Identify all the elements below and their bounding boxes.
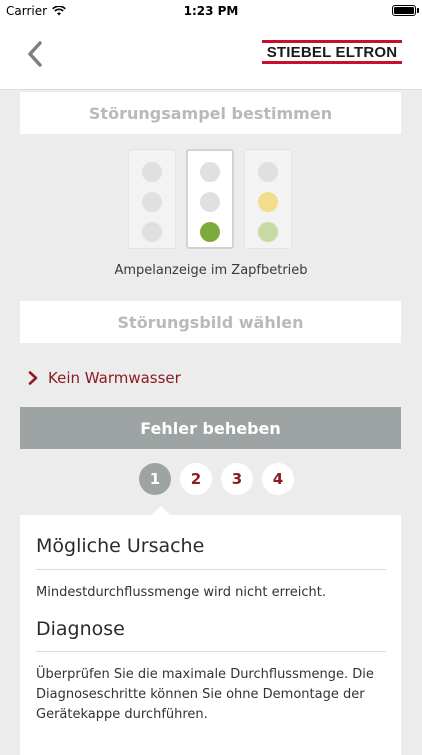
light-middle-dot-yellow xyxy=(258,192,278,212)
cause-heading: Mögliche Ursache xyxy=(36,535,205,557)
fault-item-kein-warmwasser[interactable]: Kein Warmwasser xyxy=(28,369,181,387)
light-top-dot xyxy=(142,162,162,182)
chevron-left-icon xyxy=(28,41,42,67)
traffic-light-header: Störungsampel bestimmen xyxy=(20,92,401,134)
battery-icon xyxy=(392,5,419,16)
traffic-light-option-off[interactable] xyxy=(128,149,176,249)
step-button-2[interactable]: 2 xyxy=(180,463,212,495)
diagnosis-heading: Diagnose xyxy=(36,618,125,640)
divider xyxy=(36,651,386,652)
diagnosis-text: Überprüfen Sie die maximale Durchflussme… xyxy=(36,667,374,722)
traffic-light-selector xyxy=(128,149,294,251)
cause-text: Mindestdurchflussmenge wird nicht erreic… xyxy=(36,585,326,600)
light-top-dot xyxy=(200,162,220,182)
step-button-1[interactable]: 1 xyxy=(139,463,171,495)
light-bottom-dot xyxy=(142,222,162,242)
chevron-right-icon xyxy=(28,371,38,385)
traffic-light-header-label: Störungsampel bestimmen xyxy=(88,103,333,123)
main-content: Störungsampel bestimmen Ampelanzeige im … xyxy=(0,89,422,755)
fault-header: Störungsbild wählen xyxy=(20,301,401,343)
fault-item-label: Kein Warmwasser xyxy=(48,369,181,387)
light-middle-dot xyxy=(142,192,162,212)
step-detail-card: Mögliche Ursache Mindestdurchflussmenge … xyxy=(20,506,401,755)
fix-error-button-label: Fehler beheben xyxy=(140,418,281,438)
step-button-3[interactable]: 3 xyxy=(221,463,253,495)
fault-header-label: Störungsbild wählen xyxy=(117,312,304,332)
brand-logo: STIEBEL ELTRON xyxy=(262,40,402,64)
brand-logo-text: STIEBEL ELTRON xyxy=(266,43,398,61)
status-bar: Carrier 1:23 PM xyxy=(0,0,422,24)
step-button-4[interactable]: 4 xyxy=(262,463,294,495)
light-top-dot xyxy=(258,162,278,182)
status-time: 1:23 PM xyxy=(183,4,239,18)
step-pagination: 1 2 3 4 xyxy=(139,463,294,495)
light-bottom-dot-green xyxy=(200,222,220,242)
back-button[interactable] xyxy=(22,39,52,69)
light-bottom-dot-light-green xyxy=(258,222,278,242)
navigation-bar: STIEBEL ELTRON xyxy=(0,24,422,89)
traffic-light-option-yellow-green[interactable] xyxy=(244,149,292,249)
divider xyxy=(36,569,386,570)
light-middle-dot xyxy=(200,192,220,212)
fix-error-button[interactable]: Fehler beheben xyxy=(20,407,401,449)
traffic-light-option-green[interactable] xyxy=(186,149,234,249)
traffic-light-caption: Ampelanzeige im Zapfbetrieb xyxy=(114,263,308,278)
